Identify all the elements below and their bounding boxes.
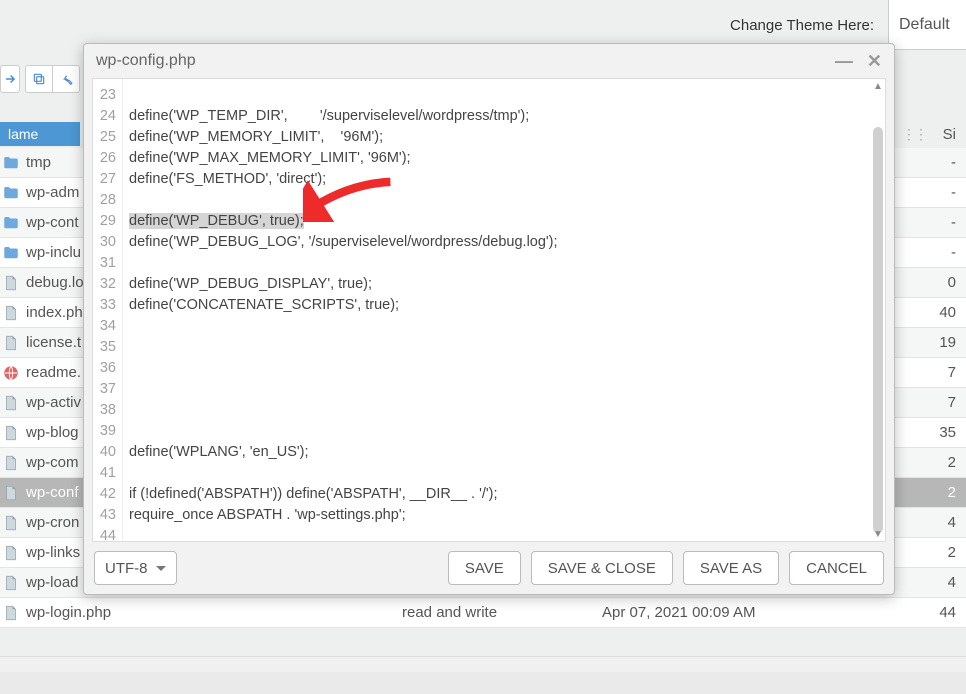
file-size: 2	[948, 544, 956, 561]
file-toolbar	[0, 64, 80, 94]
file-name: wp-login.php	[26, 604, 402, 621]
file-date: Apr 07, 2021 00:09 AM	[602, 604, 862, 621]
folder-icon	[2, 154, 20, 172]
file-size: 35	[939, 424, 956, 441]
theme-label: Change Theme Here:	[730, 17, 874, 34]
wrench-icon	[59, 72, 73, 86]
scroll-down-icon[interactable]: ▼	[873, 529, 883, 539]
code-area[interactable]: define('WP_TEMP_DIR', '/superviselevel/w…	[123, 79, 871, 541]
save-button[interactable]: SAVE	[448, 551, 521, 585]
save-close-button[interactable]: SAVE & CLOSE	[531, 551, 673, 585]
theme-select[interactable]: Default	[888, 0, 966, 50]
file-icon	[2, 454, 20, 472]
column-grip-icon[interactable]: ⋮⋮	[902, 126, 926, 143]
file-icon	[2, 304, 20, 322]
encoding-select[interactable]: UTF-8	[94, 551, 177, 585]
file-icon	[2, 424, 20, 442]
file-size: 2	[948, 454, 956, 471]
save-as-button[interactable]: SAVE AS	[683, 551, 779, 585]
file-size: 0	[948, 274, 956, 291]
file-icon	[2, 574, 20, 592]
file-icon	[2, 514, 20, 532]
file-icon	[2, 274, 20, 292]
status-strip	[0, 672, 966, 694]
file-size: -	[951, 214, 956, 231]
file-size: 2	[948, 484, 956, 501]
folder-icon	[2, 214, 20, 232]
col-size-header[interactable]: Si	[943, 126, 956, 143]
file-size: 4	[948, 574, 956, 591]
arrow-right-icon	[3, 72, 17, 86]
close-icon[interactable]: ✕	[867, 51, 882, 72]
file-size: 4	[948, 514, 956, 531]
scroll-up-icon[interactable]: ▲	[873, 81, 883, 91]
settings-button[interactable]	[52, 65, 80, 93]
cancel-button[interactable]: CANCEL	[789, 551, 884, 585]
col-name-header[interactable]: lame	[0, 122, 80, 146]
file-icon	[2, 544, 20, 562]
editor-footer: UTF-8 SAVE SAVE & CLOSE SAVE AS CANCEL	[84, 542, 894, 594]
file-row[interactable]: wp-login.phpread and writeApr 07, 2021 0…	[0, 598, 966, 628]
line-gutter: 2324252627282930313233343536373839404142…	[93, 79, 123, 541]
file-size: -	[951, 184, 956, 201]
editor-titlebar[interactable]: wp-config.php — ✕	[84, 44, 894, 78]
file-size: 7	[948, 364, 956, 381]
file-size: 40	[939, 304, 956, 321]
editor-body: 2324252627282930313233343536373839404142…	[92, 78, 886, 542]
folder-icon	[2, 244, 20, 262]
file-size: 7	[948, 394, 956, 411]
file-icon	[2, 484, 20, 502]
v-scrollbar[interactable]: ▲ ▼	[871, 79, 885, 541]
minimize-icon[interactable]: —	[835, 51, 853, 72]
file-icon	[2, 334, 20, 352]
file-icon	[2, 604, 20, 622]
html-icon	[2, 364, 20, 382]
file-permissions: read and write	[402, 604, 602, 621]
forward-button[interactable]	[0, 65, 20, 93]
theme-value: Default	[899, 16, 950, 34]
encoding-value: UTF-8	[105, 560, 148, 577]
editor-modal: wp-config.php — ✕ 2324252627282930313233…	[83, 43, 895, 595]
scroll-thumb[interactable]	[873, 127, 883, 533]
copy-button[interactable]	[25, 65, 53, 93]
file-size: 19	[939, 334, 956, 351]
copy-icon	[32, 72, 46, 86]
file-size: -	[951, 154, 956, 171]
folder-icon	[2, 184, 20, 202]
file-icon	[2, 394, 20, 412]
h-scrollbar[interactable]	[0, 656, 966, 672]
file-size: 44	[939, 604, 956, 621]
file-size: -	[951, 244, 956, 261]
editor-filename: wp-config.php	[96, 52, 196, 70]
